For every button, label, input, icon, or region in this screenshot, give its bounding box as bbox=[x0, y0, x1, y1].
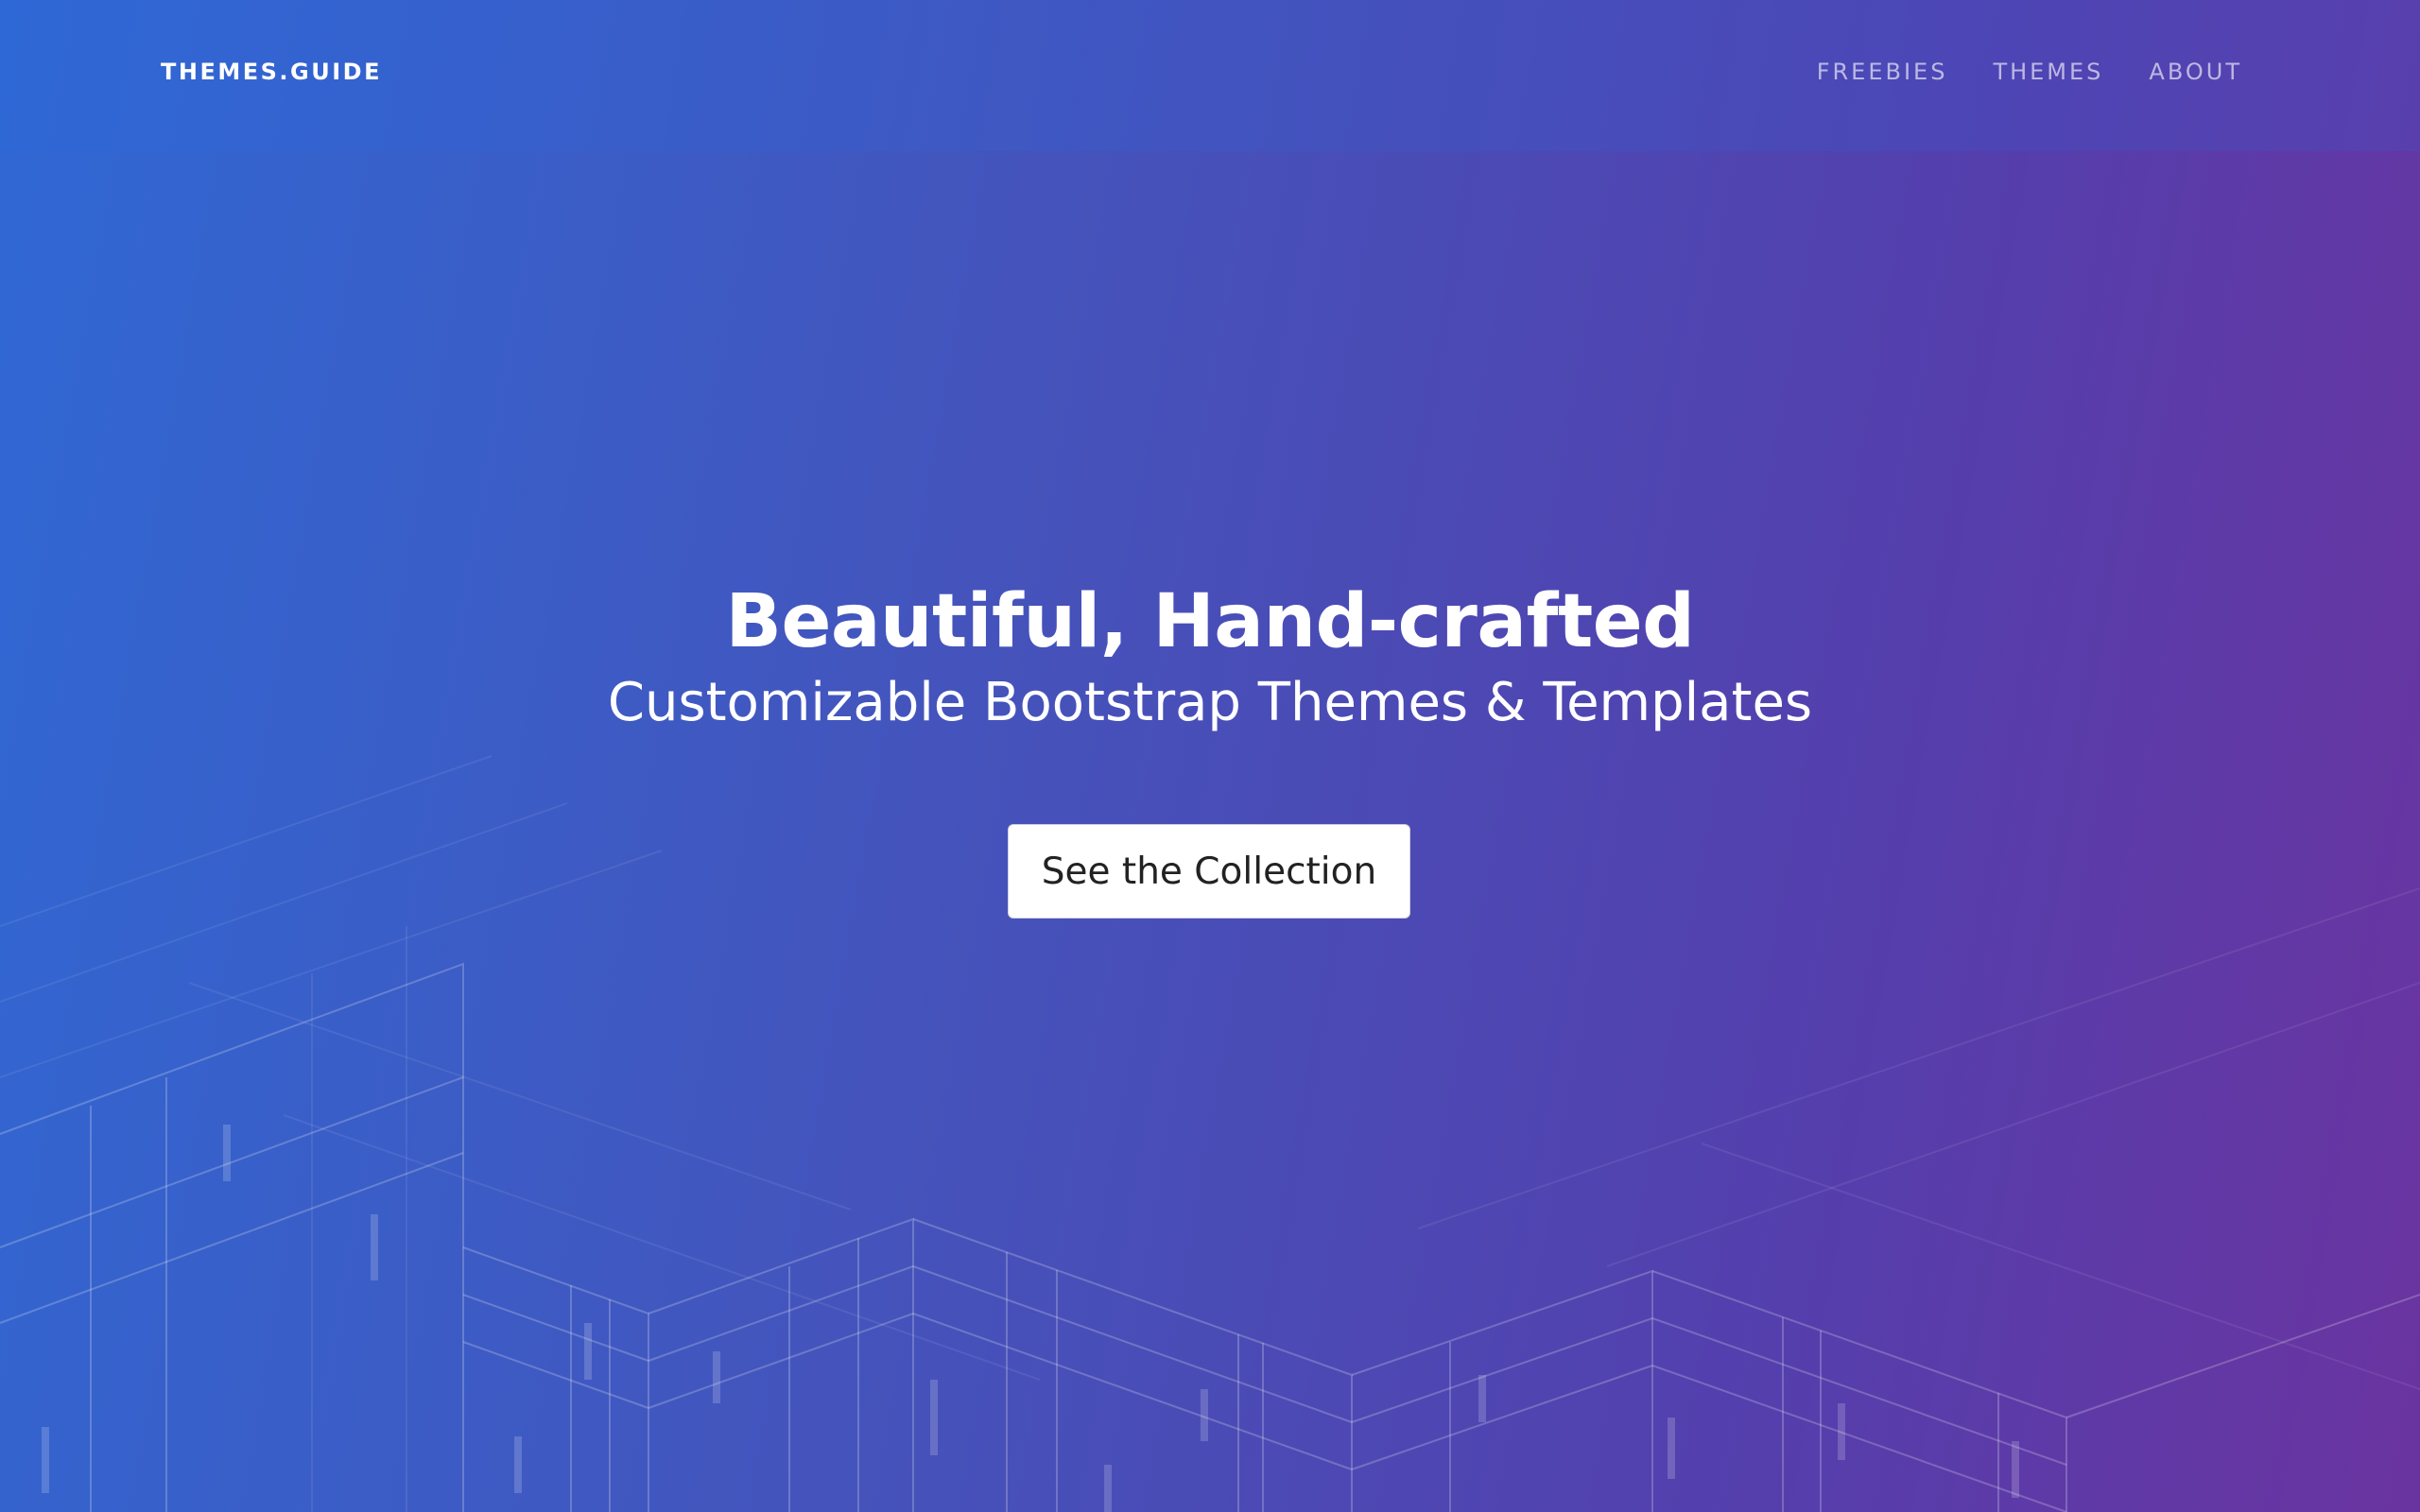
nav-link-themes[interactable]: THEMES bbox=[1993, 59, 2103, 85]
brand-logo-link[interactable]: THEMES.GUIDE bbox=[161, 59, 382, 85]
nav-link-freebies[interactable]: FREEBIES bbox=[1817, 59, 1948, 85]
see-collection-button[interactable]: See the Collection bbox=[1008, 824, 1410, 919]
nav-links: FREEBIES THEMES ABOUT bbox=[1817, 59, 2242, 85]
hero-subtitle: Customizable Bootstrap Themes & Template… bbox=[607, 672, 1813, 733]
hero-section: Beautiful, Hand-crafted Customizable Boo… bbox=[0, 576, 2420, 739]
background-wireframe-illustration bbox=[0, 755, 2420, 1512]
top-navbar: THEMES.GUIDE FREEBIES THEMES ABOUT bbox=[0, 0, 2420, 151]
nav-link-about[interactable]: ABOUT bbox=[2149, 59, 2242, 85]
hero-title: Beautiful, Hand-crafted bbox=[725, 579, 1695, 664]
